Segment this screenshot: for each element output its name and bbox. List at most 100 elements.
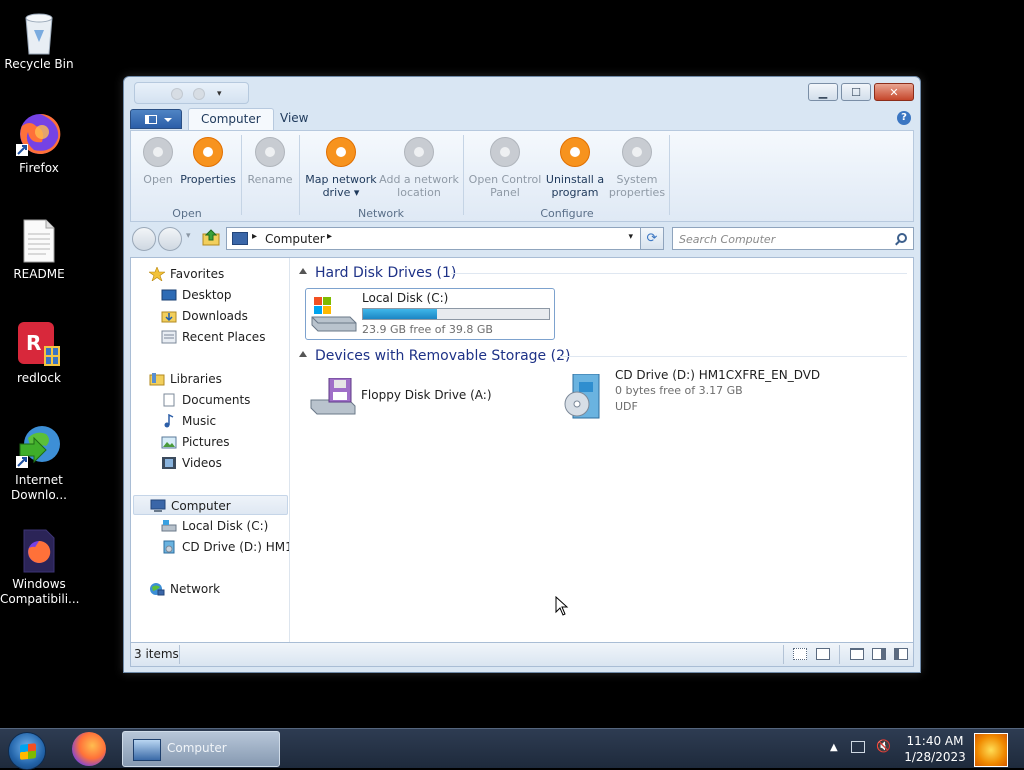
details-pane-icon[interactable] [894, 648, 908, 660]
cd-drive-icon [563, 373, 611, 419]
help-icon[interactable]: ? [897, 111, 911, 125]
ribbon-separator [299, 135, 300, 215]
qat-customize-icon[interactable]: ▾ [217, 89, 222, 99]
add-network-location-button[interactable]: Add a network location [379, 137, 459, 199]
tiles-view-icon[interactable] [816, 648, 830, 660]
volume-muted-icon[interactable]: 🔇 [876, 739, 891, 753]
forward-button[interactable] [158, 227, 182, 251]
nav-documents[interactable]: Documents [161, 390, 250, 410]
group-header-hard-disk-drives[interactable]: Hard Disk Drives (1) [299, 262, 456, 284]
nav-documents-label: Documents [182, 393, 251, 407]
layout-pane-icon[interactable] [850, 648, 864, 660]
drive-usage-fill [363, 309, 438, 319]
tab-computer[interactable]: Computer [188, 108, 274, 130]
start-button[interactable] [8, 732, 46, 770]
map-network-drive-icon [326, 137, 356, 167]
nav-downloads[interactable]: Downloads [161, 306, 248, 326]
open-button-label: Open [143, 173, 173, 186]
uninstall-program-label: Uninstall a program [545, 173, 605, 199]
cd-drive-icon [161, 540, 177, 554]
maximize-button[interactable]: ☐ [841, 83, 871, 101]
recent-pages-chevron-icon[interactable]: ▾ [186, 231, 191, 241]
taskbar-task-computer[interactable]: Computer [122, 731, 280, 767]
nav-desktop[interactable]: Desktop [161, 285, 232, 305]
show-desktop-button[interactable] [974, 733, 1008, 767]
map-network-drive-button[interactable]: Map network drive ▾ [303, 137, 379, 199]
network-status-icon[interactable] [850, 741, 865, 753]
nav-network[interactable]: Network [149, 579, 220, 599]
nav-favorites-label: Favorites [170, 267, 225, 281]
network-icon [149, 582, 165, 596]
address-dropdown-icon[interactable]: ▾ [628, 232, 633, 242]
drive-local-disk-c[interactable]: Local Disk (C:) 23.9 GB free of 39.8 GB [305, 288, 555, 340]
properties-button[interactable]: Properties [179, 137, 237, 186]
nav-downloads-label: Downloads [182, 309, 248, 323]
search-icon[interactable] [897, 233, 907, 243]
downloads-folder-icon [161, 309, 177, 323]
properties-button-label: Properties [180, 173, 236, 186]
taskbar-firefox-icon[interactable] [72, 732, 106, 766]
drive-floppy-a[interactable]: Floppy Disk Drive (A:) [305, 372, 535, 422]
nav-computer[interactable]: Computer [133, 495, 288, 515]
drive-cd-d[interactable]: CD Drive (D:) HM1CXFRE_EN_DVD 0 bytes fr… [559, 368, 820, 426]
open-control-panel-button[interactable]: Open Control Panel [467, 137, 543, 199]
group-divider [451, 273, 907, 274]
collapse-icon [299, 268, 307, 274]
nav-pictures[interactable]: Pictures [161, 432, 230, 452]
nav-music-label: Music [182, 414, 217, 428]
system-clock[interactable]: 11:40 AM 1/28/2023 [900, 733, 970, 765]
rename-button[interactable]: Rename [245, 137, 295, 186]
nav-videos[interactable]: Videos [161, 453, 222, 473]
nav-local-disk[interactable]: Local Disk (C:) [161, 516, 268, 536]
qat-back-icon[interactable] [171, 88, 183, 100]
refresh-button[interactable]: ⟳ [640, 227, 664, 250]
open-button[interactable]: Open [139, 137, 177, 186]
nav-recent-places[interactable]: Recent Places [161, 327, 265, 347]
desktop-icon-label: Recycle Bin [4, 57, 74, 71]
desktop-icon-redlock[interactable]: R redlock [0, 322, 78, 386]
drive-free-space: 23.9 GB free of 39.8 GB [362, 323, 493, 336]
status-separator [179, 645, 180, 664]
group-header-removable-storage[interactable]: Devices with Removable Storage (2) [299, 345, 570, 367]
nav-local-disk-label: Local Disk (C:) [182, 519, 269, 533]
desktop-icon-windows-compatibility[interactable]: Windows Compatibili... [0, 528, 79, 607]
nav-desktop-label: Desktop [182, 288, 232, 302]
show-hidden-icons-icon[interactable]: ▲ [830, 742, 838, 753]
application-menu-button[interactable] [130, 109, 182, 129]
nav-pictures-label: Pictures [182, 435, 230, 449]
libraries-icon [149, 372, 165, 386]
nav-music[interactable]: Music [161, 411, 216, 431]
desktop-icon-firefox[interactable]: Firefox [0, 112, 78, 176]
title-bar[interactable]: ▾ ▁ ☐ ✕ [124, 77, 920, 107]
system-properties-button[interactable]: System properties [607, 137, 667, 199]
add-network-location-label: Add a network location [379, 173, 459, 199]
nav-cd-drive[interactable]: CD Drive (D:) HM1C [161, 537, 289, 557]
rename-button-label: Rename [247, 173, 293, 186]
nav-favorites[interactable]: Favorites [148, 264, 225, 284]
desktop-icon-recycle-bin[interactable]: Recycle Bin [0, 8, 78, 72]
address-bar[interactable]: ▸ Computer ▸ ▾ [226, 227, 664, 250]
up-folder-icon[interactable] [202, 229, 220, 246]
uninstall-program-button[interactable]: Uninstall a program [543, 137, 607, 199]
preview-pane-icon[interactable] [872, 648, 886, 660]
back-button[interactable] [132, 227, 156, 251]
drive-name: Local Disk (C:) [362, 291, 449, 305]
desktop-icon-readme[interactable]: README [0, 218, 78, 282]
group-divider [559, 356, 907, 357]
nav-libraries[interactable]: Libraries [149, 369, 222, 389]
details-view-icon[interactable] [793, 648, 807, 660]
qat-forward-icon[interactable] [193, 88, 205, 100]
close-button[interactable]: ✕ [874, 83, 914, 101]
address-path[interactable]: Computer [265, 232, 325, 246]
tab-view[interactable]: View [268, 108, 320, 130]
notification-area: ▲ 🔇 [830, 739, 891, 753]
address-separator-icon[interactable]: ▸ [327, 231, 332, 242]
drive-free-space: 0 bytes free of 3.17 GB [615, 384, 743, 397]
desktop-icon-internet-download-manager[interactable]: Internet Downlo... [0, 424, 78, 503]
svg-text:R: R [26, 331, 41, 355]
nav-libraries-label: Libraries [170, 372, 222, 386]
windows-compatibility-icon [16, 528, 62, 574]
minimize-button[interactable]: ▁ [808, 83, 838, 101]
search-input[interactable] [679, 229, 889, 249]
status-separator [783, 645, 784, 664]
